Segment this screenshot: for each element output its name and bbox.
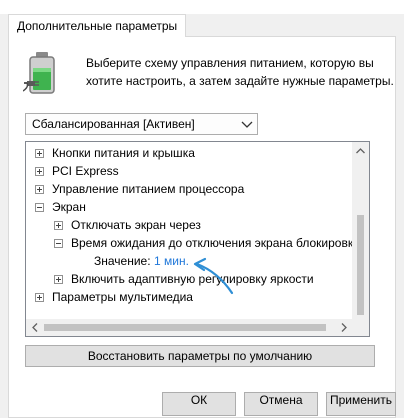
chevron-down-icon (241, 117, 253, 131)
vertical-scrollbar[interactable] (352, 142, 369, 319)
tree-item-label: Кнопки питания и крышка (52, 146, 195, 160)
tree-item-label: Время ожидания до отключения экрана блок… (71, 236, 356, 250)
tree-item-adaptive-brightness[interactable]: Включить адаптивную регулировку яркости (26, 270, 356, 288)
tree-item-turn-off-display[interactable]: Отключать экран через (26, 216, 356, 234)
expand-plus-icon[interactable] (54, 221, 63, 230)
timeout-value-link[interactable]: 1 мин. (154, 252, 189, 270)
tree-item-display[interactable]: Экран (26, 198, 356, 216)
ok-button[interactable]: ОК (162, 392, 236, 416)
expand-plus-icon[interactable] (35, 167, 44, 176)
power-plan-value: Сбалансированная [Активен] (32, 117, 195, 131)
tree-item-timeout-value[interactable]: Значение: 1 мин. (26, 252, 356, 270)
arrow-up-icon[interactable] (352, 142, 369, 159)
horizontal-scrollbar[interactable] (26, 319, 369, 336)
tree-item-label: Управление питанием процессора (52, 182, 245, 196)
description-text: Выберите схему управления питанием, кото… (86, 54, 394, 90)
tree-item-pci-express[interactable]: PCI Express (26, 162, 356, 180)
description-line-2: хотите настроить, а затем задайте нужные… (86, 74, 394, 88)
expand-plus-icon[interactable] (35, 293, 44, 302)
tree-item-power-buttons[interactable]: Кнопки питания и крышка (26, 144, 356, 162)
arrow-left-icon[interactable] (26, 319, 43, 336)
tree-item-label: PCI Express (52, 164, 119, 178)
window-top-edge (0, 0, 404, 14)
expand-plus-icon[interactable] (54, 275, 63, 284)
cancel-label: Отмена (259, 393, 303, 407)
ok-label: ОК (190, 393, 208, 407)
tree-item-label: Включить адаптивную регулировку яркости (71, 272, 314, 286)
tree-item-lock-screen-timeout[interactable]: Время ожидания до отключения экрана блок… (26, 234, 356, 252)
tree-item-label: Параметры мультимедиа (52, 290, 193, 304)
value-label: Значение: (94, 254, 151, 268)
cancel-button[interactable]: Отмена (244, 392, 318, 416)
collapse-minus-icon[interactable] (54, 239, 63, 248)
vertical-scroll-thumb[interactable] (357, 215, 364, 315)
apply-label: Применить (329, 393, 392, 407)
tree-item-multimedia[interactable]: Параметры мультимедиа (26, 288, 356, 306)
collapse-minus-icon[interactable] (35, 203, 44, 212)
expand-plus-icon[interactable] (35, 149, 44, 158)
description-line-1: Выберите схему управления питанием, кото… (86, 56, 374, 70)
tree-item-processor-power[interactable]: Управление питанием процессора (26, 180, 356, 198)
arrow-right-icon[interactable] (335, 319, 352, 336)
apply-button[interactable]: Применить (326, 392, 396, 416)
horizontal-scroll-thumb[interactable] (44, 324, 326, 331)
restore-defaults-label: Восстановить параметры по умолчанию (87, 349, 313, 363)
tab-advanced-settings[interactable]: Дополнительные параметры (8, 14, 187, 37)
settings-tree[interactable]: Кнопки питания и крышка PCI Express Упра… (25, 141, 370, 337)
tree-item-label: Отключать экран через (71, 218, 201, 232)
tree-item-label: Экран (52, 200, 86, 214)
battery-charging-icon (22, 51, 65, 97)
scrollbar-corner (352, 319, 369, 336)
restore-defaults-button[interactable]: Восстановить параметры по умолчанию (25, 345, 375, 367)
expand-plus-icon[interactable] (35, 185, 44, 194)
tab-label: Дополнительные параметры (17, 19, 178, 33)
power-plan-select[interactable]: Сбалансированная [Активен] (25, 113, 258, 135)
